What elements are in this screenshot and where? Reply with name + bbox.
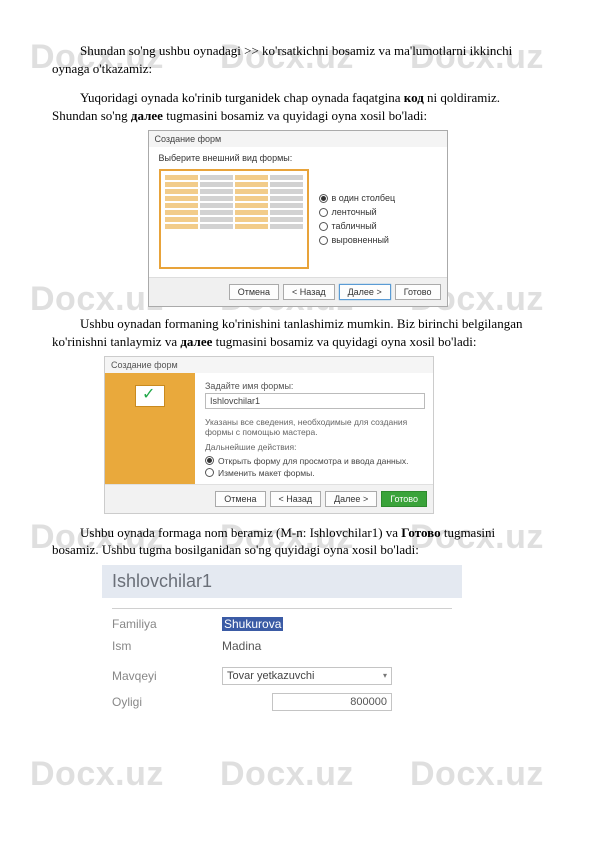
field-dropdown-mavqeyi[interactable]: Tovar yetkazuvchi ▾: [222, 667, 392, 685]
chevron-down-icon: ▾: [383, 671, 387, 680]
field-label-familiya: Familiya: [112, 617, 222, 631]
finish-button[interactable]: Готово: [395, 284, 441, 300]
radio-icon: [319, 236, 328, 245]
actions-label: Дальнейшие действия:: [205, 442, 425, 452]
radio-label: выровненный: [332, 235, 389, 245]
paragraph-4: Ushbu oynada formaga nom beramiz (M-n: I…: [52, 524, 543, 559]
radio-justified[interactable]: выровненный: [319, 235, 437, 245]
radio-label: Изменить макет формы.: [218, 468, 315, 478]
field-label-oyligi: Oyligi: [112, 695, 222, 709]
paragraph-3: Ushbu oynadan formaning ko'rinishini tan…: [52, 315, 543, 350]
dialog-title: Создание форм: [105, 357, 433, 373]
form-wizard-layout-dialog: Создание форм Выберите внешний вид формы…: [148, 130, 448, 307]
bold-dalee: далее: [131, 108, 163, 123]
back-button[interactable]: < Назад: [270, 491, 322, 507]
text: Yuqoridagi oynada ko'rinib turganidek ch…: [80, 90, 404, 105]
description-text: Указаны все сведения, необходимые для со…: [205, 417, 425, 437]
field-label-ism: Ism: [112, 639, 222, 653]
dialog-sidebar: [105, 373, 195, 484]
radio-icon: [319, 194, 328, 203]
field-value-familiya[interactable]: Shukurova: [222, 617, 283, 631]
next-button[interactable]: Далее >: [339, 284, 391, 300]
back-button[interactable]: < Назад: [283, 284, 335, 300]
dialog-subtitle: Выберите внешний вид формы:: [159, 153, 437, 163]
radio-tabular[interactable]: табличный: [319, 221, 437, 231]
access-form-view: Ishlovchilar1 Familiya Shukurova Ism Mad…: [102, 565, 462, 715]
cancel-button[interactable]: Отмена: [229, 284, 279, 300]
form-title: Ishlovchilar1: [102, 565, 462, 598]
radio-label: Открыть форму для просмотра и ввода данн…: [218, 456, 408, 466]
radio-one-column[interactable]: в один столбец: [319, 193, 437, 203]
text: tugmasini bosamiz va quyidagi oyna xosil…: [163, 108, 427, 123]
radio-label: табличный: [332, 221, 377, 231]
field-label-mavqeyi: Mavqeyi: [112, 669, 222, 683]
bold-gotovo: Готово: [401, 525, 440, 540]
form-wizard-name-dialog: Создание форм Задайте имя формы: Ishlovc…: [104, 356, 434, 514]
field-value-ism[interactable]: Madina: [222, 639, 261, 653]
text: Ushbu oynada formaga nom beramiz (M-n: I…: [80, 525, 401, 540]
bold-dalee: далее: [180, 334, 212, 349]
text: tugmasini bosamiz va quyidagi oyna xosil…: [212, 334, 476, 349]
radio-icon: [319, 222, 328, 231]
dialog-title: Создание форм: [149, 131, 447, 147]
paragraph-1: Shundan so'ng ushbu oynadagi >> ko'rsatk…: [52, 42, 543, 77]
next-button[interactable]: Далее >: [325, 491, 377, 507]
page-content: Shundan so'ng ushbu oynadagi >> ko'rsatk…: [0, 0, 595, 735]
cancel-button[interactable]: Отмена: [215, 491, 265, 507]
radio-icon: [205, 468, 214, 477]
radio-label: в один столбец: [332, 193, 396, 203]
form-name-input[interactable]: Ishlovchilar1: [205, 393, 425, 409]
radio-icon: [205, 456, 214, 465]
field-value-oyligi[interactable]: 800000: [272, 693, 392, 711]
name-label: Задайте имя формы:: [205, 381, 425, 391]
bold-kod: код: [404, 90, 424, 105]
watermark: Docx.uz: [30, 755, 164, 794]
paragraph-2: Yuqoridagi oynada ko'rinib turganidek ch…: [52, 89, 543, 124]
layout-preview: [159, 169, 309, 269]
radio-ribbon[interactable]: ленточный: [319, 207, 437, 217]
finish-button[interactable]: Готово: [381, 491, 427, 507]
radio-icon: [319, 208, 328, 217]
radio-open-form[interactable]: Открыть форму для просмотра и ввода данн…: [205, 456, 425, 466]
checkered-flag-icon: [135, 385, 165, 407]
watermark: Docx.uz: [220, 755, 354, 794]
watermark: Docx.uz: [410, 755, 544, 794]
dropdown-value: Tovar yetkazuvchi: [227, 670, 314, 682]
radio-edit-layout[interactable]: Изменить макет формы.: [205, 468, 425, 478]
radio-label: ленточный: [332, 207, 377, 217]
